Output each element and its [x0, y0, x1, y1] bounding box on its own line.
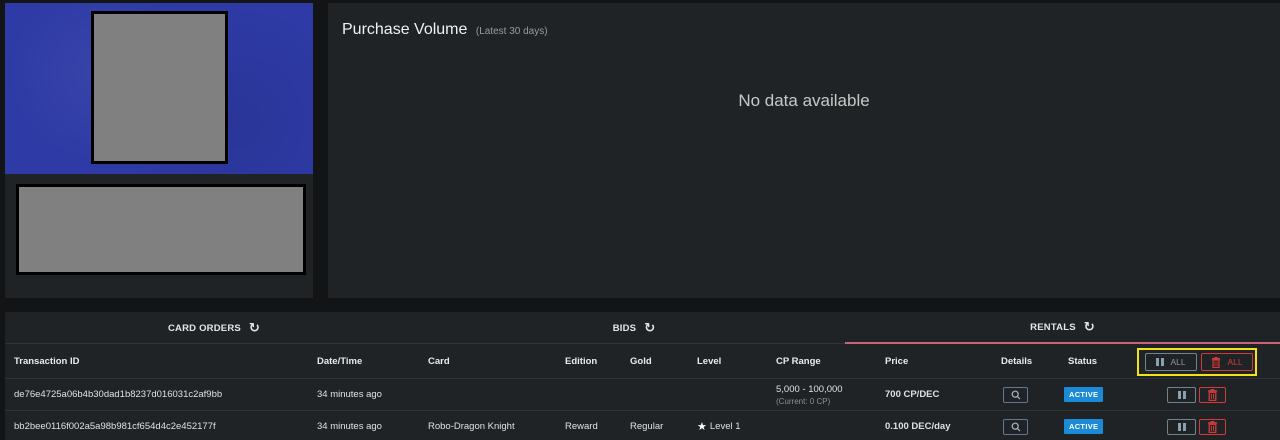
table-row: de76e4725a06b4b30dad1b8237d016031c2af9bb… [5, 378, 1280, 410]
gold: Regular [630, 421, 664, 432]
pause-all-label: ALL [1170, 357, 1186, 367]
tab-label: RENTALS [1030, 321, 1076, 333]
chart-subtitle: (Latest 30 days) [475, 26, 548, 37]
edition: Reward [565, 421, 598, 432]
card-name: Robo-Dragon Knight [428, 421, 515, 432]
column-header-datetime: Date/Time [317, 356, 363, 367]
cp-range: 5,000 - 100,000 (Current: 0 CP) [776, 379, 843, 410]
status-badge: ACTIVE [1064, 419, 1104, 434]
column-header-card: Card [428, 356, 450, 367]
column-header-details: Details [1001, 356, 1033, 367]
tab-label: CARD ORDERS [167, 322, 241, 334]
trash-icon [1212, 356, 1221, 368]
details-button[interactable] [1003, 386, 1028, 403]
table-header: Transaction ID Date/Time Card Edition Go… [5, 345, 1280, 378]
status-cell: ACTIVE [1064, 411, 1104, 440]
tab-rentals[interactable]: RENTALS ↻ [845, 312, 1280, 344]
star-icon: ★ [697, 421, 707, 433]
cancel-button[interactable] [1199, 386, 1226, 403]
column-header-gold: Gold [630, 356, 652, 367]
column-header-cp-range: CP Range [776, 356, 821, 367]
magnifier-icon [1011, 422, 1020, 431]
trash-icon [1208, 388, 1217, 401]
pause-icon [1156, 358, 1165, 366]
cp-range-value: 5,000 - 100,000 [776, 383, 843, 395]
bulk-actions-highlight: ALL ALL [1137, 348, 1257, 376]
pause-icon [1177, 422, 1186, 431]
refresh-icon[interactable]: ↻ [1084, 319, 1095, 335]
pause-button[interactable] [1167, 418, 1196, 435]
refresh-icon[interactable]: ↻ [249, 320, 260, 336]
column-header-level: Level [697, 356, 722, 367]
pause-all-button[interactable]: ALL [1145, 353, 1197, 371]
price: 700 CP/DEC [885, 389, 940, 400]
details-cell [1003, 379, 1028, 410]
level: Level 1 [709, 421, 741, 432]
refresh-icon[interactable]: ↻ [644, 320, 655, 336]
level-cell: ★ Level 1 [697, 411, 741, 440]
details-button[interactable] [1003, 418, 1028, 435]
card-art-background [5, 3, 313, 174]
trash-icon [1208, 420, 1217, 433]
card-image [91, 11, 228, 164]
column-header-price: Price [885, 356, 909, 367]
row-actions [1167, 379, 1226, 410]
chart-title-text: Purchase Volume [342, 21, 468, 38]
column-header-status: Status [1068, 356, 1098, 367]
transaction-id: de76e4725a06b4b30dad1b8237d016031c2af9bb [14, 389, 223, 400]
status-badge: ACTIVE [1064, 387, 1104, 402]
order-tabs: CARD ORDERS ↻ BIDS ↻ RENTALS ↻ [5, 312, 1280, 344]
chart-empty-message: No data available [738, 91, 870, 110]
cancel-button[interactable] [1199, 418, 1226, 435]
cp-current: (Current: 0 CP) [776, 396, 831, 406]
status-cell: ACTIVE [1064, 379, 1104, 410]
tab-bids[interactable]: BIDS ↻ [423, 312, 845, 344]
details-cell [1003, 411, 1028, 440]
transaction-id: bb2bee0116f002a5a98b981cf654d4c2e452177f [14, 421, 216, 432]
price: 0.100 DEC/day [885, 421, 951, 432]
pause-button[interactable] [1167, 386, 1196, 403]
pause-icon [1177, 390, 1186, 399]
cancel-all-label: ALL [1227, 357, 1243, 367]
table-row: bb2bee0116f002a5a98b981cf654d4c2e452177f… [5, 410, 1280, 440]
cancel-all-button[interactable]: ALL [1201, 353, 1253, 371]
datetime: 34 minutes ago [317, 421, 382, 432]
card-banner-image [16, 184, 306, 275]
tab-card-orders[interactable]: CARD ORDERS ↻ [5, 312, 423, 344]
card-panel [5, 3, 313, 298]
magnifier-icon [1011, 390, 1020, 399]
orders-panel: CARD ORDERS ↻ BIDS ↻ RENTALS ↻ Transacti… [5, 312, 1280, 440]
chart-title: Purchase Volume (Latest 30 days) [342, 21, 548, 39]
row-actions [1167, 411, 1226, 440]
purchase-volume-panel: Purchase Volume (Latest 30 days) No data… [328, 3, 1280, 298]
column-header-edition: Edition [565, 356, 598, 367]
tab-label: BIDS [612, 322, 637, 334]
datetime: 34 minutes ago [317, 389, 382, 400]
column-header-transaction-id: Transaction ID [14, 356, 80, 367]
